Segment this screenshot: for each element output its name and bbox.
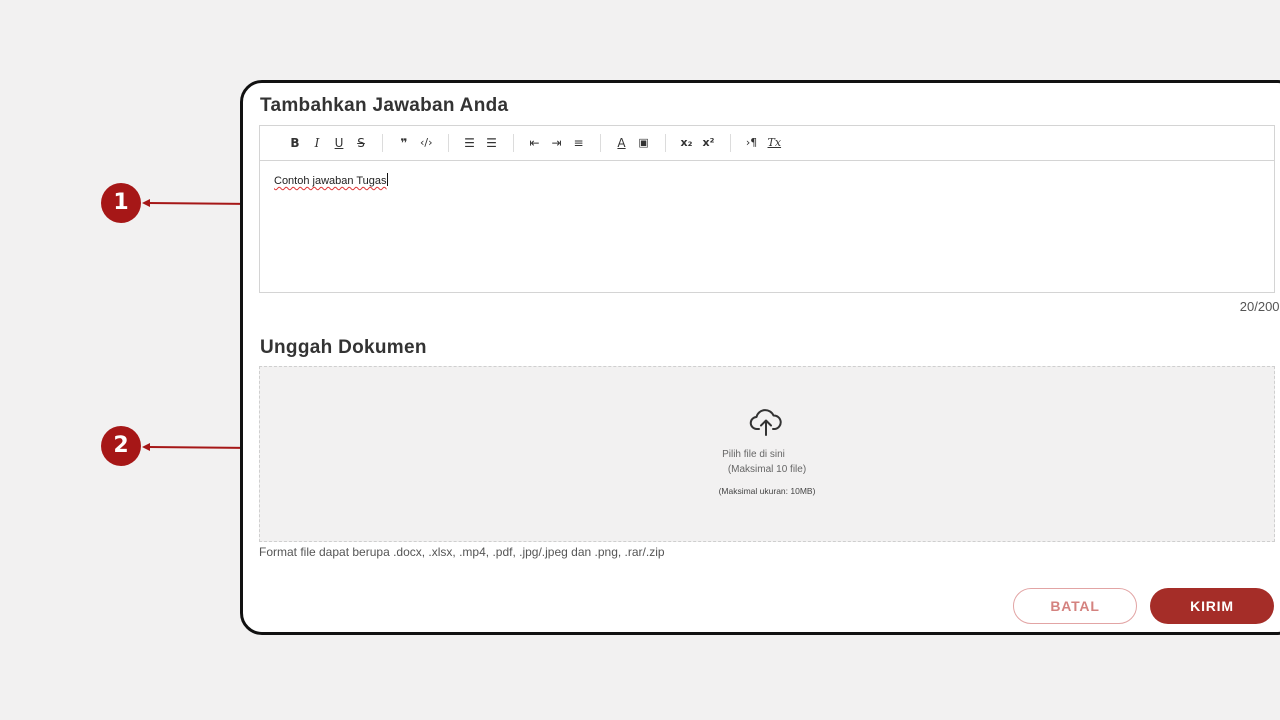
clear-format-button[interactable]: Tx xyxy=(768,134,782,152)
editor-content-area[interactable]: Contoh jawaban Tugas xyxy=(260,161,1274,199)
choose-file-text: Pilih file di sini xyxy=(722,449,785,460)
annotation-marker-1: 1 xyxy=(101,183,141,223)
submit-button[interactable]: KIRIM xyxy=(1150,588,1274,624)
indent-button[interactable]: ⇥ xyxy=(551,134,563,152)
upload-section-title: Unggah Dokumen xyxy=(260,337,427,358)
editor-toolbar: B I U S ❞ ‹/› ☰ ☰ ⇤ ⇥ ≡ A ▣ x₂ x² ›¶ Tx xyxy=(260,126,1274,161)
text-direction-button[interactable]: ›¶ xyxy=(746,134,758,152)
toolbar-group-block: ❞ ‹/› xyxy=(383,134,449,152)
ordered-list-button[interactable]: ☰ xyxy=(464,134,476,152)
italic-button[interactable]: I xyxy=(311,134,323,152)
toolbar-group-list: ☰ ☰ xyxy=(449,134,514,152)
arrow-1-head xyxy=(142,199,150,207)
character-counter: 20/20000 xyxy=(1239,299,1280,314)
outdent-button[interactable]: ⇤ xyxy=(529,134,541,152)
toolbar-group-indent: ⇤ ⇥ ≡ xyxy=(514,134,601,152)
answer-section-title: Tambahkan Jawaban Anda xyxy=(260,95,509,116)
code-button[interactable]: ‹/› xyxy=(420,134,433,152)
superscript-button[interactable]: x² xyxy=(703,134,715,152)
toolbar-group-color: A ▣ xyxy=(601,134,666,152)
subscript-button[interactable]: x₂ xyxy=(681,134,693,152)
text-caret xyxy=(386,173,388,186)
cloud-upload-icon xyxy=(749,409,782,436)
editor-text: Contoh jawaban Tugas xyxy=(274,175,387,187)
toolbar-group-script: x₂ x² xyxy=(666,134,731,152)
file-dropzone[interactable]: Pilih file di sini (Maksimal 10 file) (M… xyxy=(259,366,1275,542)
max-files-text: (Maksimal 10 file) xyxy=(727,464,807,475)
underline-button[interactable]: U xyxy=(333,134,345,152)
assignment-answer-card: Tambahkan Jawaban Anda B I U S ❞ ‹/› ☰ ☰ xyxy=(240,80,1280,635)
toolbar-group-misc: ›¶ Tx xyxy=(731,134,797,152)
arrow-2-head xyxy=(142,443,150,451)
max-size-text: (Maksimal ukuran: 10MB) xyxy=(718,486,816,496)
align-button[interactable]: ≡ xyxy=(573,134,585,152)
file-format-note: Format file dapat berupa .docx, .xlsx, .… xyxy=(259,545,665,559)
page: 1 2 Tambahkan Jawaban Anda B I U S ❞ ‹/›… xyxy=(0,0,1280,720)
bold-button[interactable]: B xyxy=(289,134,301,152)
cancel-button[interactable]: BATAL xyxy=(1013,588,1137,624)
background-color-button[interactable]: ▣ xyxy=(638,134,650,152)
toolbar-group-format: B I U S xyxy=(280,134,383,152)
text-color-button[interactable]: A xyxy=(616,134,628,152)
blockquote-button[interactable]: ❞ xyxy=(398,134,410,152)
strikethrough-button[interactable]: S xyxy=(355,134,367,152)
annotation-marker-2: 2 xyxy=(101,426,141,466)
rich-text-editor: B I U S ❞ ‹/› ☰ ☰ ⇤ ⇥ ≡ A ▣ x₂ x² ›¶ Tx … xyxy=(259,125,1275,293)
bullet-list-button[interactable]: ☰ xyxy=(486,134,498,152)
